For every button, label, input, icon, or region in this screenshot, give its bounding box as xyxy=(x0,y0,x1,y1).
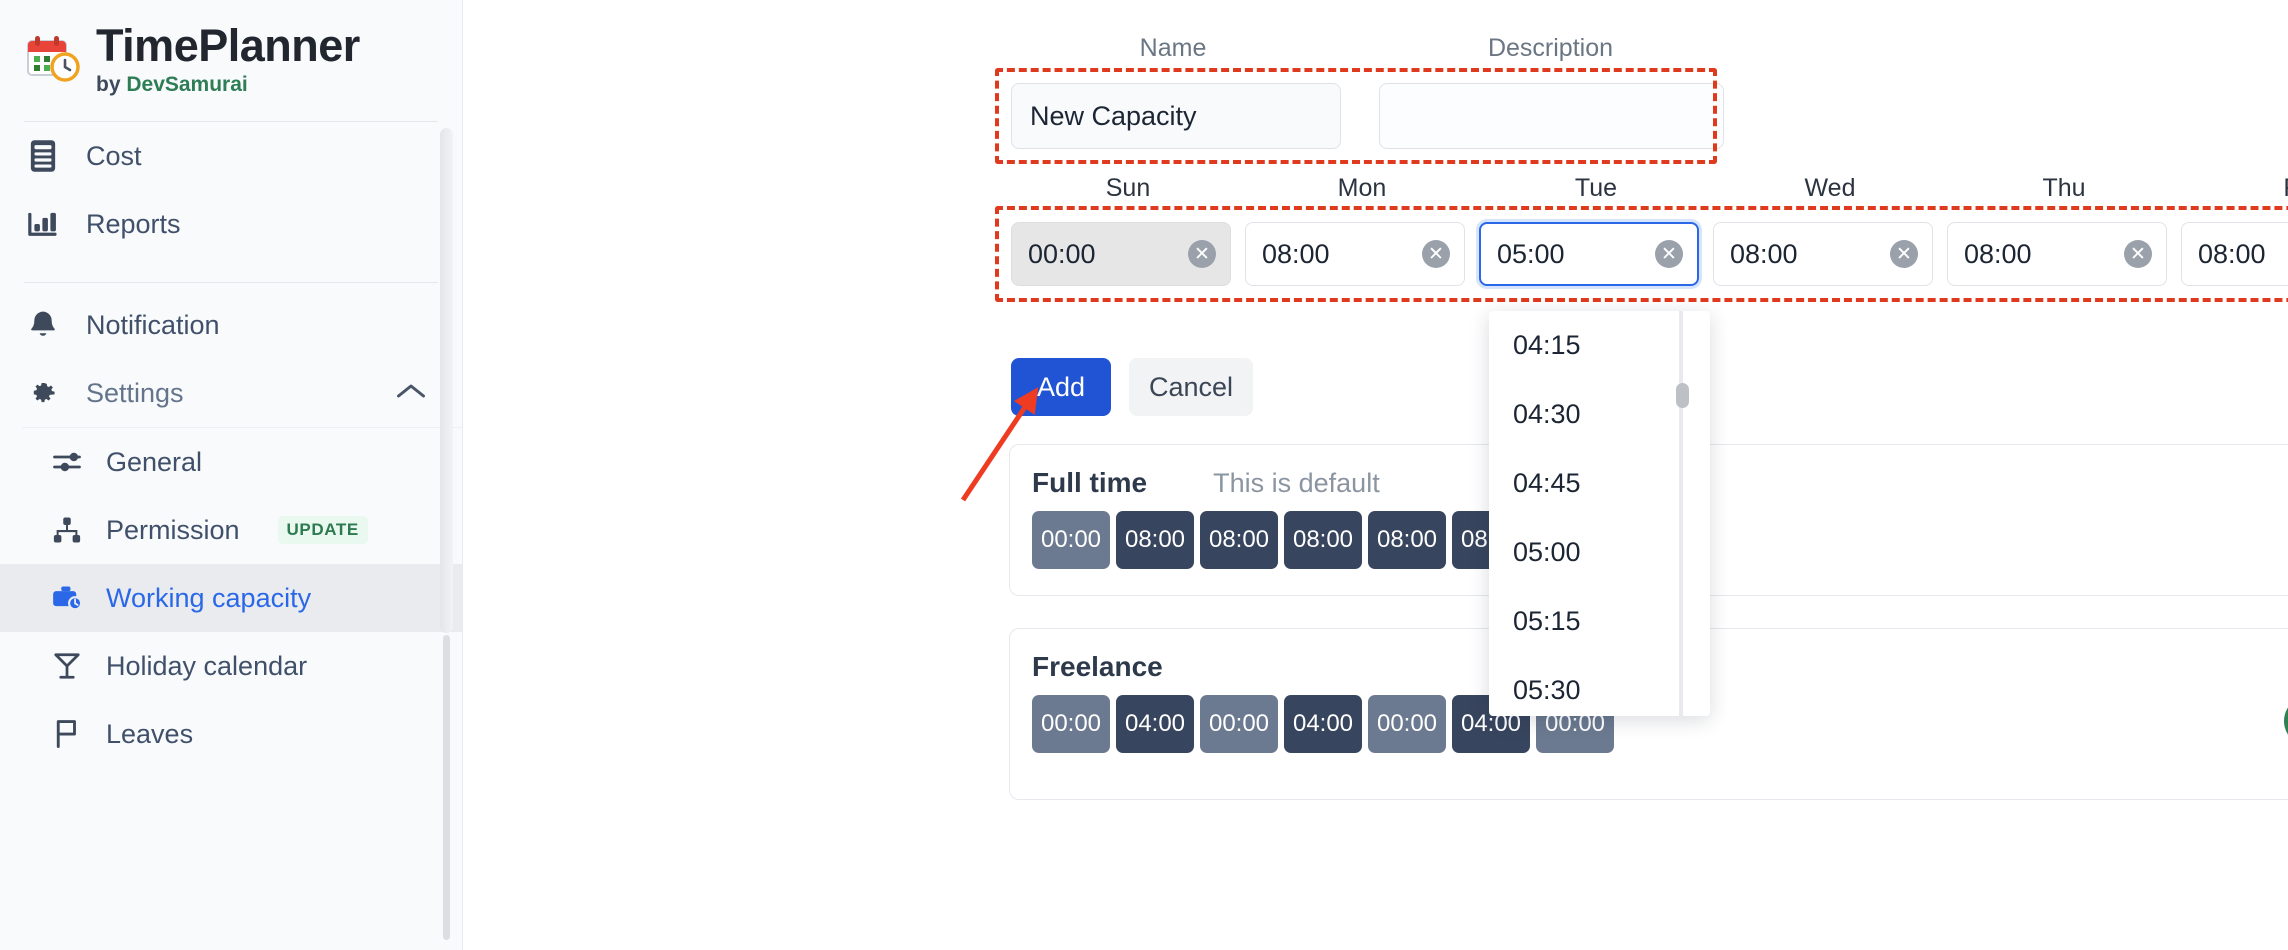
avatar[interactable]: AL xyxy=(2284,696,2288,746)
day-header-row: Sun Mon Tue Wed Thu Fri Sat xyxy=(1011,174,2288,203)
brand-by-text: by xyxy=(96,73,127,97)
chip-mon: 08:00 xyxy=(1116,511,1194,569)
sidebar-scrollbar-rail[interactable] xyxy=(443,635,450,940)
chip-tue: 00:00 xyxy=(1200,695,1278,753)
time-value: 08:00 xyxy=(2198,238,2266,269)
sidebar-item-permission[interactable]: Permission UPDATE xyxy=(0,496,462,564)
clear-icon[interactable]: ✕ xyxy=(2124,240,2152,268)
sidebar-scrollbar-thumb[interactable] xyxy=(440,128,453,633)
time-input-sun[interactable]: 00:00 ✕ xyxy=(1011,222,1231,286)
sidebar-item-settings[interactable]: Settings xyxy=(0,359,462,427)
app-root: TimePlanner by DevSamurai Cost Reports N… xyxy=(0,0,2288,950)
cocktail-icon xyxy=(52,651,82,681)
sidebar-item-label: Reports xyxy=(86,208,181,239)
dropdown-scrollbar-thumb[interactable] xyxy=(1676,383,1689,408)
sidebar-item-notification[interactable]: Notification xyxy=(0,291,462,359)
time-value: 08:00 xyxy=(1262,238,1330,269)
brand-author: DevSamurai xyxy=(126,73,248,97)
sidebar-item-general[interactable]: General xyxy=(0,428,462,496)
day-label-tue: Tue xyxy=(1574,174,1618,202)
time-value: 05:00 xyxy=(1497,238,1565,269)
clear-icon[interactable]: ✕ xyxy=(1890,240,1918,268)
chip-mon: 04:00 xyxy=(1116,695,1194,753)
dropdown-option[interactable]: 05:15 xyxy=(1489,587,1710,656)
clear-icon[interactable]: ✕ xyxy=(1655,240,1683,268)
bell-icon xyxy=(26,308,60,342)
day-label-sun: Sun xyxy=(1105,174,1151,202)
chip-wed: 08:00 xyxy=(1284,511,1362,569)
name-label: Name xyxy=(1139,34,1207,62)
sidebar-item-working-capacity[interactable]: Working capacity xyxy=(0,564,462,633)
chip-sun: 00:00 xyxy=(1032,695,1110,753)
sidebar-item-label: Settings xyxy=(86,377,184,408)
time-dropdown-menu[interactable]: 04:15 04:30 04:45 05:00 05:15 05:30 xyxy=(1489,311,1710,716)
sidebar-item-cost[interactable]: Cost xyxy=(0,122,462,190)
briefcase-clock-icon xyxy=(52,583,82,613)
clear-icon[interactable]: ✕ xyxy=(1188,240,1216,268)
sidebar-item-label: Leaves xyxy=(106,718,194,749)
card-actions: AL KELLY xyxy=(2284,689,2288,753)
day-label-wed: Wed xyxy=(1804,174,1856,202)
day-time-inputs-row: 00:00 ✕ 08:00 ✕ 05:00 ✕ 08:00 ✕ 08:00 ✕ … xyxy=(1011,222,2288,286)
name-description-row xyxy=(1011,83,1724,149)
dropdown-option[interactable]: 04:15 xyxy=(1489,311,1710,380)
sliders-icon xyxy=(52,447,82,477)
reports-icon xyxy=(26,207,60,241)
time-input-wed[interactable]: 08:00 ✕ xyxy=(1713,222,1933,286)
time-input-tue[interactable]: 05:00 ✕ xyxy=(1479,222,1699,286)
card-title: Full time xyxy=(1032,467,1148,498)
app-title: TimePlanner xyxy=(96,20,360,71)
sidebar-divider-mid xyxy=(24,282,438,284)
chevron-up-icon[interactable] xyxy=(396,382,426,405)
dropdown-scrollbar-track[interactable] xyxy=(1679,311,1683,716)
dropdown-option[interactable]: 05:00 xyxy=(1489,518,1710,587)
time-input-fri[interactable]: 08:00 ✕ xyxy=(2181,222,2288,286)
sidebar-item-label: Cost xyxy=(86,140,142,171)
form-field-labels: Name Description xyxy=(1008,34,1723,63)
cost-icon xyxy=(26,139,60,173)
chip-wed: 04:00 xyxy=(1284,695,1362,753)
time-value: 08:00 xyxy=(1730,238,1798,269)
sidebar-item-reports[interactable]: Reports xyxy=(0,190,462,258)
sidebar-item-holiday-calendar[interactable]: Holiday calendar xyxy=(0,632,462,700)
time-input-thu[interactable]: 08:00 ✕ xyxy=(1947,222,2167,286)
update-badge: UPDATE xyxy=(277,516,368,545)
sidebar: TimePlanner by DevSamurai Cost Reports N… xyxy=(0,0,463,950)
day-label-fri: Fri xyxy=(2181,174,2288,203)
chip-thu: 08:00 xyxy=(1368,511,1446,569)
day-label-thu: Thu xyxy=(2042,174,2086,202)
description-input[interactable] xyxy=(1379,83,1724,149)
app-subtitle: by DevSamurai xyxy=(96,73,360,97)
clear-icon[interactable]: ✕ xyxy=(1422,240,1450,268)
card-note: This is default xyxy=(1213,467,1380,498)
name-input[interactable] xyxy=(1011,83,1341,149)
chip-tue: 08:00 xyxy=(1200,511,1278,569)
cancel-button[interactable]: Cancel xyxy=(1129,358,1253,416)
sidebar-item-label: Notification xyxy=(86,309,220,340)
time-value: 08:00 xyxy=(1964,238,2032,269)
sidebar-item-label: Holiday calendar xyxy=(106,650,308,681)
chip-sun: 00:00 xyxy=(1032,511,1110,569)
avatar-group[interactable]: AL KELLY xyxy=(2284,696,2288,746)
description-label: Description xyxy=(1487,34,1614,62)
card-title: Freelance xyxy=(1032,651,1163,682)
dropdown-option[interactable]: 04:45 xyxy=(1489,449,1710,518)
dropdown-option[interactable]: 05:30 xyxy=(1489,656,1710,716)
main-content: Name Description Sun Mon Tue Wed Thu Fri… xyxy=(463,0,2288,950)
day-label-mon: Mon xyxy=(1337,174,1387,202)
time-input-mon[interactable]: 08:00 ✕ xyxy=(1245,222,1465,286)
hierarchy-icon xyxy=(52,515,82,545)
brand[interactable]: TimePlanner by DevSamurai xyxy=(0,0,462,97)
sidebar-item-leaves[interactable]: Leaves xyxy=(0,700,462,768)
sidebar-item-label: Working capacity xyxy=(106,582,312,613)
app-logo-icon xyxy=(24,31,82,89)
sidebar-item-label: Permission xyxy=(106,514,240,545)
sidebar-item-label: General xyxy=(106,446,203,477)
chip-thu: 00:00 xyxy=(1368,695,1446,753)
flag-icon xyxy=(52,719,82,749)
time-value: 00:00 xyxy=(1028,238,1096,269)
gear-icon xyxy=(26,376,60,410)
